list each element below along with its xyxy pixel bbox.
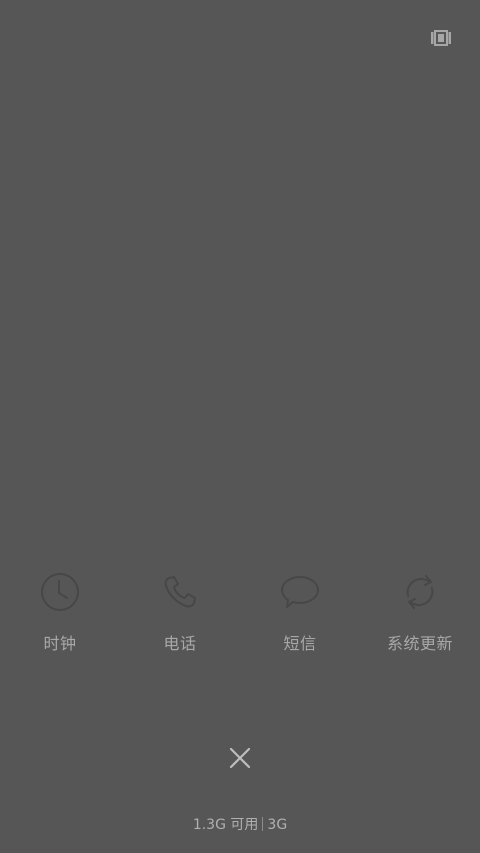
app-label: 时钟: [43, 634, 77, 653]
app-label: 短信: [283, 634, 317, 653]
update-icon: [396, 568, 444, 616]
memory-total: 3G: [267, 817, 288, 833]
recent-apps-row: 时钟 电话 短信 系统更新: [0, 568, 480, 668]
app-phone[interactable]: 电话: [120, 568, 240, 668]
app-clock[interactable]: 时钟: [0, 568, 120, 668]
memory-available: 1.3G 可用: [192, 817, 259, 833]
phone-icon: [156, 568, 204, 616]
app-label: 系统更新: [386, 634, 453, 653]
clear-all-button[interactable]: [226, 744, 254, 772]
app-messages[interactable]: 短信: [240, 568, 360, 668]
app-label: 电话: [163, 634, 197, 653]
message-icon: [276, 568, 324, 616]
memory-divider: [262, 817, 264, 831]
close-icon: [229, 747, 251, 769]
app-system-update[interactable]: 系统更新: [360, 568, 480, 668]
clock-icon: [36, 568, 84, 616]
multi-window-button[interactable]: [430, 29, 452, 47]
memory-status: 1.3G 可用 3G: [0, 815, 480, 835]
multi-window-icon: [431, 30, 451, 46]
